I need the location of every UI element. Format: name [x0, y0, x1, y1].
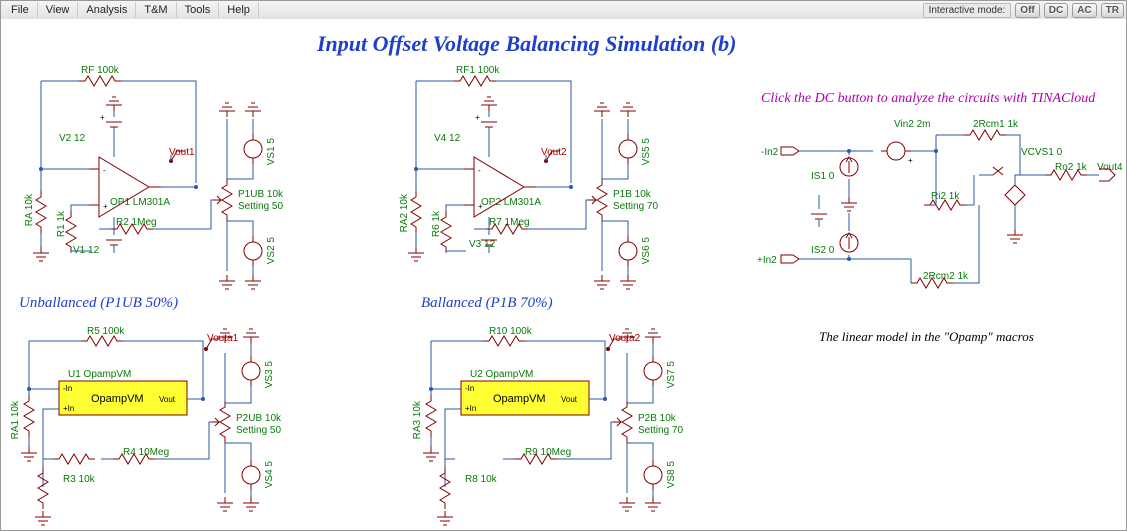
q1-circuit: + [33, 76, 262, 289]
linear-model-circuit: + [781, 130, 1115, 288]
svg-text:+: + [475, 113, 480, 122]
mode-off-button[interactable]: Off [1015, 3, 1039, 18]
q3-macro-pin-minus: -In [63, 384, 72, 393]
menu-tools[interactable]: Tools [177, 2, 220, 18]
interactive-mode-label: Interactive mode: [923, 3, 1012, 18]
q3-macro-name: OpampVM [91, 393, 144, 405]
q4-macro-pin-minus: -In [465, 384, 474, 393]
q3-macro-pin-plus: +In [63, 404, 74, 413]
menubar: File View Analysis T&M Tools Help Intera… [1, 1, 1126, 20]
menu-view[interactable]: View [38, 2, 79, 18]
menu-tm[interactable]: T&M [136, 2, 176, 18]
mode-ac-button[interactable]: AC [1072, 3, 1096, 18]
menu-help[interactable]: Help [219, 2, 259, 18]
svg-text:+: + [908, 156, 913, 165]
q4-macro-pin-plus: +In [465, 404, 476, 413]
q4-macro-vout: Vout [561, 395, 578, 404]
interactive-mode-pane: Interactive mode: Off DC AC TR [921, 3, 1126, 18]
mode-dc-button[interactable]: DC [1044, 3, 1068, 18]
schematic-svg: - + [1, 19, 1127, 531]
q3-circuit: -In +In OpampVM Vout [21, 329, 260, 525]
q3-macro-vout: Vout [159, 395, 176, 404]
mode-tr-button[interactable]: TR [1101, 3, 1124, 18]
schematic-canvas[interactable]: Input Offset Voltage Balancing Simulatio… [1, 19, 1126, 530]
svg-text:+: + [100, 113, 105, 122]
q4-macro-name: OpampVM [493, 393, 546, 405]
menu-analysis[interactable]: Analysis [78, 2, 136, 18]
app-window: File View Analysis T&M Tools Help Intera… [0, 0, 1127, 531]
menu-file[interactable]: File [3, 2, 38, 18]
q2-circuit: + [408, 76, 637, 289]
q4-circuit: -In +In OpampVM Vout [423, 329, 662, 525]
